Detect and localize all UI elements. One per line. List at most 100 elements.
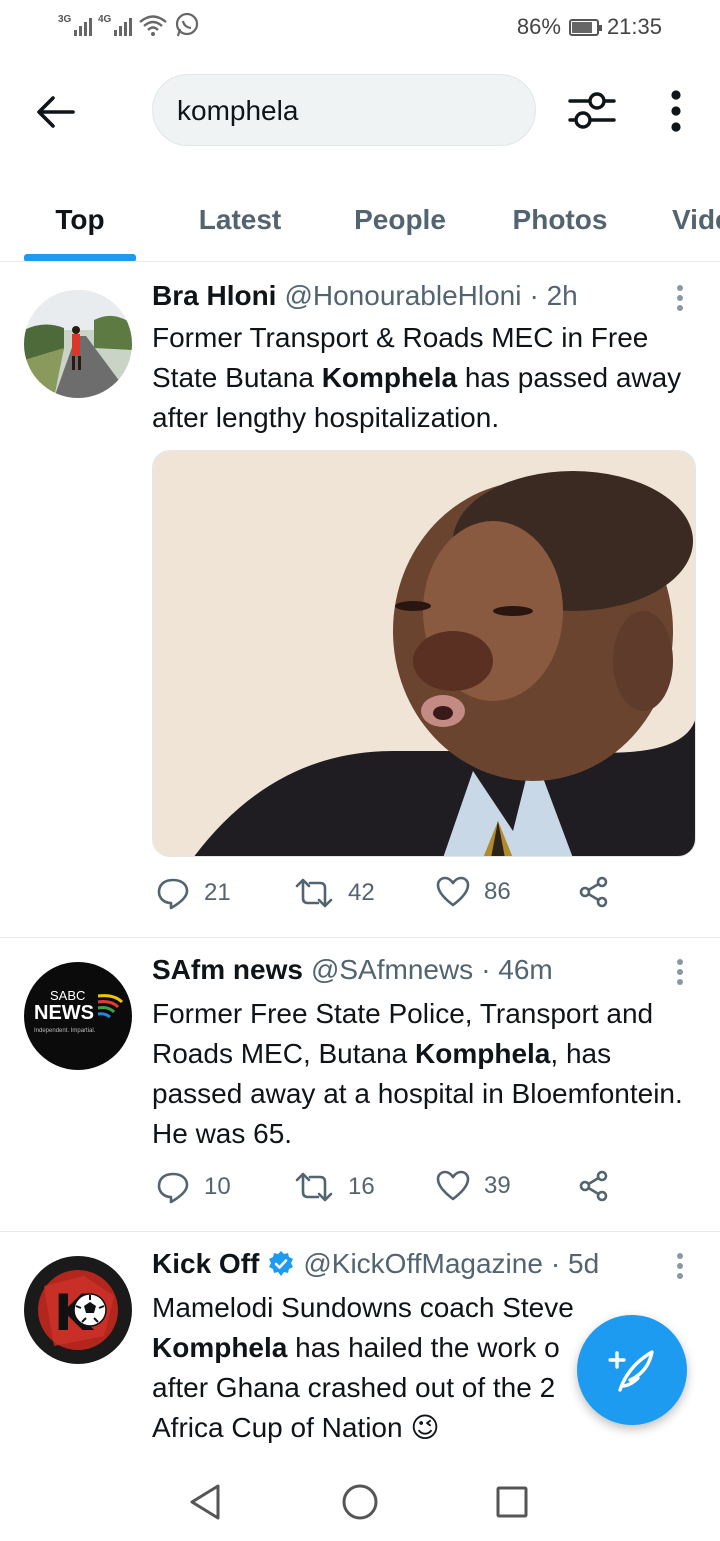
network-type-1: 3G (58, 14, 72, 25)
avatar-tagline: Independent. Impartial. (34, 1028, 96, 1034)
avatar[interactable]: SABC NEWS Independent. Impartial. (24, 962, 132, 1070)
share-button[interactable] (578, 1170, 610, 1202)
search-tabs: Top Latest People Photos Videos (0, 178, 720, 262)
author-handle[interactable]: @KickOffMagazine (303, 1248, 543, 1280)
tweet-actions: 10 16 39 (152, 1170, 632, 1214)
tab-top[interactable]: Top (24, 178, 136, 261)
search-filter-button[interactable] (566, 86, 618, 136)
tweet-time: · 46m (481, 954, 553, 985)
avatar-label-news: NEWS (34, 1002, 94, 1024)
tweet-text-highlight: Komphela (321, 362, 458, 393)
author-name[interactable]: Kick Off (152, 1248, 259, 1280)
tweet-text-highlight: Komphela (415, 1038, 551, 1069)
retweet-button[interactable]: 42 (294, 876, 375, 910)
reply-count: 21 (204, 879, 231, 906)
compose-tweet-button[interactable] (577, 1315, 687, 1425)
reply-icon (157, 878, 189, 910)
square-recents-icon (496, 1486, 528, 1518)
share-icon (579, 1170, 608, 1202)
nav-recents-button[interactable] (490, 1480, 534, 1524)
tweet-text-part: Mamelodi Sundowns coach Steve (152, 1292, 574, 1323)
tweet-time: · 2h (529, 280, 578, 311)
system-nav-bar (0, 1458, 720, 1541)
tweet-time: · 5d (550, 1248, 600, 1279)
search-bar[interactable] (152, 74, 536, 146)
tweet-text-part: Africa Cup of Nation 😉 (152, 1412, 440, 1443)
more-vertical-icon (677, 1253, 683, 1279)
author-name[interactable]: Bra Hloni (152, 280, 276, 312)
tweet[interactable]: SABC NEWS Independent. Impartial. SAfm n… (0, 938, 720, 1232)
network-type-2: 4G (98, 14, 112, 25)
like-count: 86 (484, 878, 511, 905)
battery-percent: 86% (516, 14, 561, 39)
status-left: 3G 4G (58, 12, 200, 38)
tab-photos[interactable]: Photos (500, 178, 620, 261)
sabc-logo-icon (97, 994, 124, 1019)
reply-count: 10 (204, 1173, 231, 1200)
more-vertical-icon (677, 285, 683, 311)
tweet-header: SAfm news @SAfmnews · 46m (152, 954, 553, 986)
like-count: 39 (484, 1172, 511, 1199)
author-handle[interactable]: @SAfmnews (311, 954, 473, 986)
signal-3g-icon: 3G (58, 14, 92, 36)
like-button[interactable]: 86 (436, 876, 511, 908)
search-input[interactable] (177, 91, 517, 131)
tweet-menu-button[interactable] (670, 1250, 690, 1286)
reply-icon (157, 1172, 189, 1204)
compose-icon (608, 1350, 654, 1392)
tweet-photo[interactable] (152, 450, 696, 857)
share-icon (579, 876, 608, 908)
wifi-icon (139, 15, 167, 36)
tab-people[interactable]: People (340, 178, 460, 261)
tweet-header: Bra Hloni @HonourableHloni · 2h (152, 280, 578, 312)
avatar-label-sabc: SABC (50, 988, 86, 1003)
back-button[interactable] (32, 89, 78, 135)
reply-button[interactable]: 21 (156, 876, 231, 910)
sliders-icon (568, 92, 616, 129)
tweet-text-part: has hailed the work o (287, 1332, 560, 1363)
battery-fill (571, 21, 593, 33)
author-name[interactable]: SAfm news (152, 954, 303, 986)
tweet-header: Kick Off @KickOffMagazine · 5d (152, 1248, 599, 1280)
avatar[interactable]: K (24, 1256, 132, 1364)
more-options-button[interactable] (660, 86, 692, 136)
status-bar: 3G 4G 86% 21:35 (0, 0, 720, 56)
arrow-left-icon (37, 96, 75, 128)
retweet-button[interactable]: 16 (294, 1170, 375, 1204)
tab-latest[interactable]: Latest (180, 178, 300, 261)
status-right: 86% 21:35 (517, 14, 662, 40)
tweet-actions: 21 42 86 (152, 876, 632, 920)
tweet-text-part: after Ghana crashed out of the 2 (152, 1372, 556, 1403)
tweet[interactable]: Bra Hloni @HonourableHloni · 2h Former T… (0, 262, 720, 938)
retweet-count: 16 (348, 1173, 375, 1200)
search-header (0, 56, 720, 166)
tweet-text: Former Transport & Roads MEC in Free Sta… (152, 318, 692, 438)
tweet-text-highlight: Komphela (152, 1332, 288, 1363)
tweet-text: Former Free State Police, Transport and … (152, 994, 692, 1154)
like-button[interactable]: 39 (436, 1170, 511, 1202)
more-vertical-icon (671, 90, 681, 132)
retweet-icon (295, 878, 333, 908)
tweet-menu-button[interactable] (670, 282, 690, 318)
tweet-menu-button[interactable] (670, 956, 690, 992)
retweet-count: 42 (348, 879, 375, 906)
tab-videos[interactable]: Videos (672, 178, 720, 261)
nav-home-button[interactable] (338, 1480, 382, 1524)
verified-badge-icon (269, 1251, 294, 1276)
avatar[interactable] (24, 290, 132, 398)
more-vertical-icon (677, 959, 683, 985)
battery-icon (568, 18, 602, 36)
retweet-icon (295, 1172, 333, 1202)
signal-4g-icon: 4G (98, 14, 132, 36)
reply-button[interactable]: 10 (156, 1170, 231, 1204)
soccer-ball-icon (73, 1293, 107, 1327)
clock: 21:35 (606, 14, 662, 39)
share-button[interactable] (578, 876, 610, 908)
heart-icon (436, 1170, 470, 1201)
author-handle[interactable]: @HonourableHloni (284, 280, 521, 312)
nav-back-button[interactable] (184, 1480, 228, 1524)
heart-icon (436, 876, 470, 907)
whatsapp-icon (175, 12, 199, 37)
triangle-back-icon (190, 1484, 220, 1520)
circle-home-icon (342, 1484, 378, 1520)
